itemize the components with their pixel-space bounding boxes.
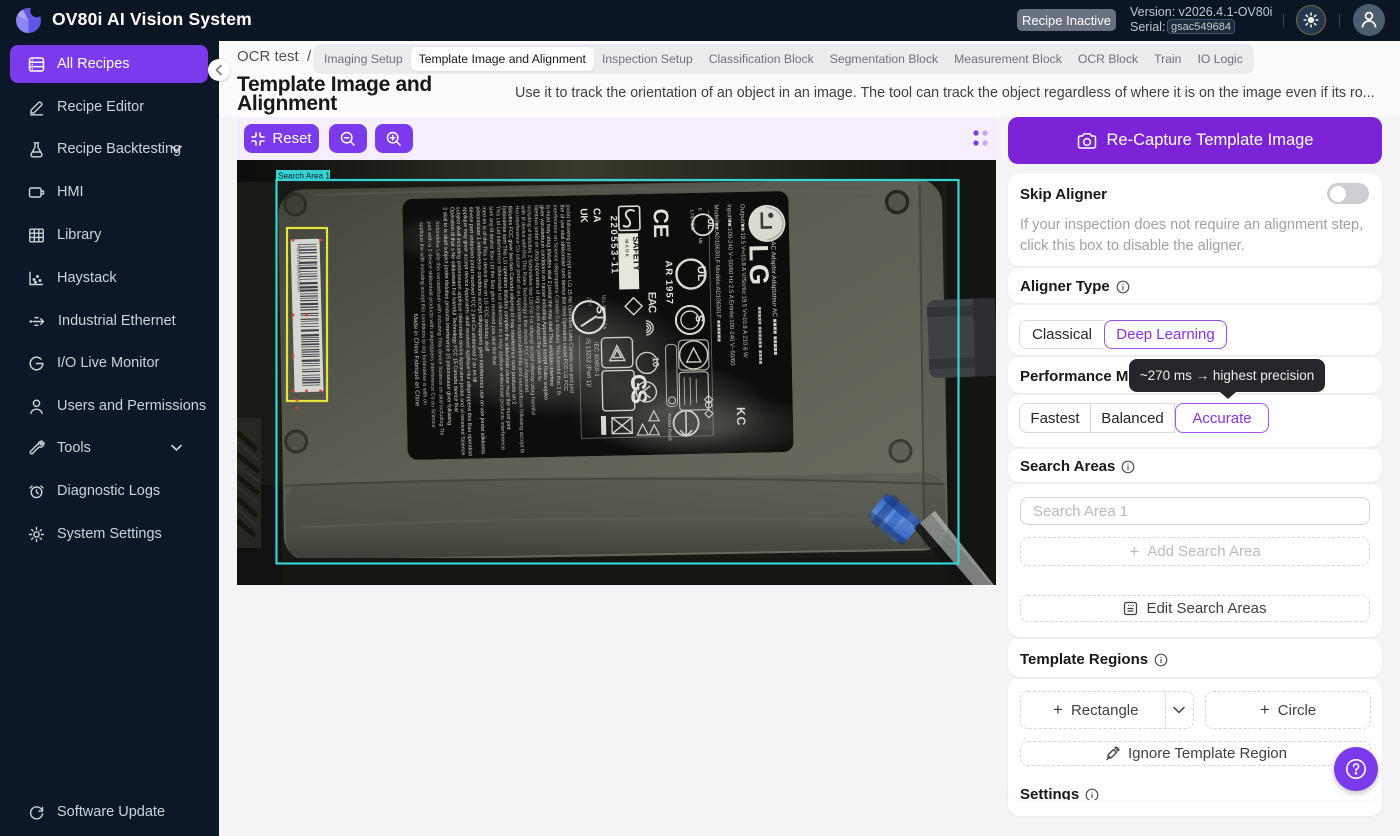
svg-text:10: 10	[651, 357, 661, 367]
svg-text:CE: CE	[649, 208, 673, 238]
svg-text:PO364 RoHS: PO364 RoHS	[667, 413, 673, 440]
svg-text:KC: KC	[734, 407, 748, 427]
svg-text:Search Area 1: Search Area 1	[278, 171, 330, 180]
svg-text:IS 13252 (Part 1)/: IS 13252 (Part 1)/	[584, 338, 592, 387]
svg-text:SAFETY: SAFETY	[631, 236, 642, 271]
svg-text:c: c	[697, 208, 703, 211]
svg-text:UL: UL	[695, 266, 707, 282]
svg-text:AR 1957: AR 1957	[663, 260, 675, 305]
svg-text:CA: CA	[591, 208, 602, 223]
svg-text:ST: ST	[594, 306, 608, 322]
svg-text:us: us	[697, 238, 703, 244]
svg-text:■■■■■ ■■■■■■ ■■■■: ■■■■■ ■■■■■■ ■■■■	[756, 307, 763, 365]
svg-text:LISTED: LISTED	[689, 210, 695, 231]
svg-text:UL: UL	[706, 219, 715, 230]
svg-text:S: S	[693, 315, 705, 323]
svg-text:UK: UK	[578, 208, 589, 223]
svg-text:EAC: EAC	[645, 292, 657, 314]
svg-text:MARK: MARK	[624, 239, 629, 258]
svg-text:IEC 60950-1: IEC 60950-1	[592, 342, 600, 377]
svg-text:LG: LG	[743, 244, 774, 288]
